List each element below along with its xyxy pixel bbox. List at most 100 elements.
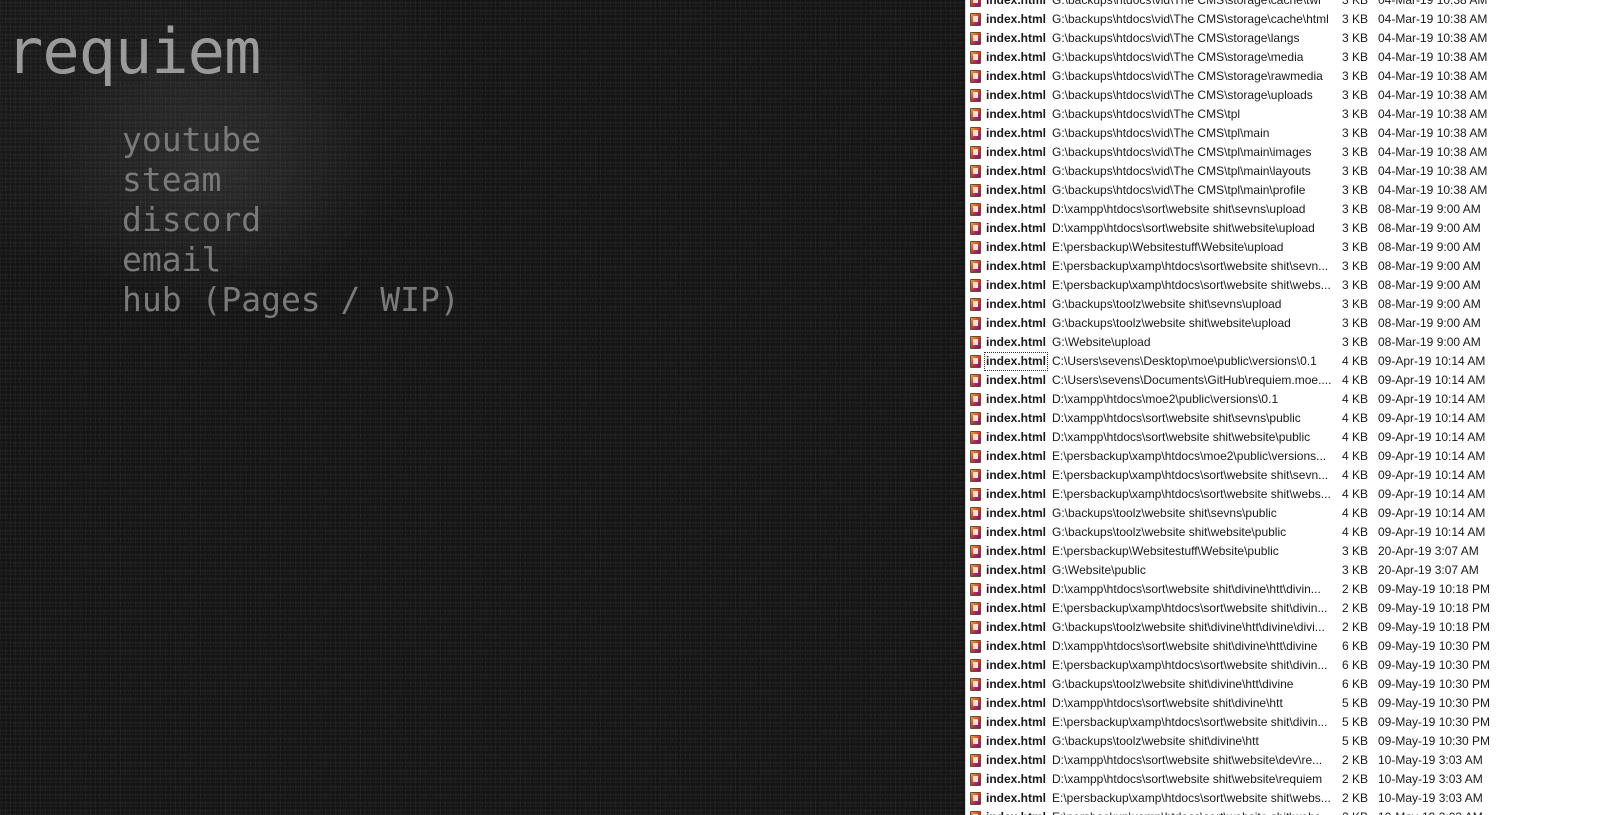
file-row[interactable]: index.html G:\backups\htdocs\vid\The CMS\… — [966, 10, 1534, 29]
file-folder: G:\backups\htdocs\vid\The CMS\storage\la… — [1052, 31, 1300, 45]
html-file-icon — [970, 469, 981, 482]
nav-link-youtube[interactable]: youtube — [122, 120, 460, 160]
file-size: 4 KB — [1342, 487, 1369, 501]
file-name: index.html — [986, 107, 1047, 121]
file-folder: G:\backups\htdocs\vid\The CMS\tpl\main\p… — [1052, 183, 1306, 197]
file-folder: G:\backups\toolz\website shit\divine\htt — [1052, 734, 1259, 748]
file-size: 2 KB — [1342, 601, 1369, 615]
file-row[interactable]: index.html E:\persbackup\Websitestuff\Web… — [966, 238, 1534, 257]
file-row[interactable]: index.html G:\Website\public 3 KB 20-Apr-19… — [966, 561, 1534, 580]
file-row[interactable]: index.html G:\backups\htdocs\vid\The CMS\… — [966, 48, 1534, 67]
file-row[interactable]: index.html G:\backups\htdocs\vid\The CMS\… — [966, 0, 1534, 10]
file-modified: 08-Mar-19 9:00 AM — [1378, 221, 1481, 235]
nav-link-email[interactable]: email — [122, 240, 460, 280]
file-name: index.html — [986, 88, 1047, 102]
file-row[interactable]: index.html E:\persbackup\xamp\htdocs\sort… — [966, 656, 1534, 675]
file-folder: G:\backups\htdocs\vid\The CMS\tpl\main\i… — [1052, 145, 1312, 159]
file-modified: 09-Apr-19 10:14 AM — [1378, 411, 1486, 425]
file-modified: 04-Mar-19 10:38 AM — [1378, 88, 1488, 102]
file-row[interactable]: index.html E:\persbackup\xamp\htdocs\moe2… — [966, 447, 1534, 466]
file-row[interactable]: index.html G:\backups\htdocs\vid\The CMS\… — [966, 162, 1534, 181]
html-file-icon — [970, 412, 981, 425]
file-modified: 09-Apr-19 10:14 AM — [1378, 373, 1486, 387]
file-modified: 09-Apr-19 10:14 AM — [1378, 468, 1486, 482]
file-row[interactable]: index.html D:\xampp\htdocs\sort\website s… — [966, 200, 1534, 219]
file-row[interactable]: index.html G:\backups\htdocs\vid\The CMS\… — [966, 143, 1534, 162]
file-row[interactable]: index.html D:\xampp\htdocs\sort\website s… — [966, 637, 1534, 656]
nav-link-discord[interactable]: discord — [122, 200, 460, 240]
file-row[interactable]: index.html G:\backups\htdocs\vid\The CMS\… — [966, 67, 1534, 86]
file-row[interactable]: index.html E:\persbackup\xamp\htdocs\sort… — [966, 276, 1534, 295]
file-row[interactable]: index.html D:\xampp\htdocs\sort\website s… — [966, 770, 1534, 789]
html-file-icon — [970, 545, 981, 558]
file-name: index.html — [986, 145, 1047, 159]
html-file-icon — [970, 640, 981, 653]
file-modified: 09-May-19 10:18 PM — [1378, 582, 1491, 596]
file-modified: 04-Mar-19 10:38 AM — [1378, 50, 1488, 64]
file-size: 4 KB — [1342, 411, 1369, 425]
html-file-icon — [970, 773, 981, 786]
file-folder: D:\xampp\htdocs\sort\website shit\websit… — [1052, 753, 1323, 767]
file-size: 4 KB — [1342, 468, 1369, 482]
file-row[interactable]: index.html D:\xampp\htdocs\sort\website s… — [966, 580, 1534, 599]
file-row[interactable]: index.html G:\backups\toolz\website shit\… — [966, 314, 1534, 333]
file-size: 3 KB — [1342, 221, 1369, 235]
file-size: 3 KB — [1342, 316, 1369, 330]
file-folder: G:\backups\htdocs\vid\The CMS\storage\me… — [1052, 50, 1304, 64]
file-row[interactable]: index.html E:\persbackup\xamp\htdocs\sort… — [966, 808, 1534, 815]
file-row[interactable]: index.html D:\xampp\htdocs\sort\website s… — [966, 751, 1534, 770]
file-row[interactable]: index.html G:\backups\toolz\website shit\… — [966, 732, 1534, 751]
html-file-icon — [970, 393, 981, 406]
file-size: 4 KB — [1342, 449, 1369, 463]
file-row[interactable]: index.html D:\xampp\htdocs\sort\website s… — [966, 694, 1534, 713]
file-row[interactable]: index.html E:\persbackup\xamp\htdocs\sort… — [966, 466, 1534, 485]
file-row[interactable]: index.html G:\Website\upload 3 KB 08-Mar-19… — [966, 333, 1534, 352]
file-modified: 04-Mar-19 10:38 AM — [1378, 69, 1488, 83]
file-folder: G:\backups\toolz\website shit\divine\htt… — [1052, 677, 1294, 691]
file-row[interactable]: index.html G:\backups\toolz\website shit\… — [966, 504, 1534, 523]
file-modified: 04-Mar-19 10:38 AM — [1378, 0, 1488, 7]
file-row[interactable]: index.html G:\backups\htdocs\vid\The CMS\… — [966, 124, 1534, 143]
file-modified: 09-Apr-19 10:14 AM — [1378, 449, 1486, 463]
file-row[interactable]: index.html E:\persbackup\xamp\htdocs\sort… — [966, 789, 1534, 808]
file-row[interactable]: index.html C:\Users\sevens\Documents\GitH… — [966, 371, 1534, 390]
file-row[interactable]: index.html D:\xampp\htdocs\sort\website s… — [966, 219, 1534, 238]
nav-link-hub[interactable]: hub (Pages / WIP) — [122, 280, 460, 320]
file-row[interactable]: index.html D:\xampp\htdocs\sort\website s… — [966, 428, 1534, 447]
file-name: index.html — [986, 808, 1048, 815]
file-row[interactable]: index.html E:\persbackup\xamp\htdocs\sort… — [966, 599, 1534, 618]
file-row[interactable]: index.html G:\backups\toolz\website shit\… — [966, 295, 1534, 314]
file-row[interactable]: index.html G:\backups\htdocs\vid\The CMS\… — [966, 105, 1534, 124]
file-size: 4 KB — [1342, 430, 1369, 444]
file-modified: 09-May-19 10:30 PM — [1378, 658, 1491, 672]
file-folder: G:\backups\htdocs\vid\The CMS\tpl\main\l… — [1052, 164, 1311, 178]
file-folder: G:\backups\htdocs\vid\The CMS\storage\up… — [1052, 88, 1313, 102]
file-size: 3 KB — [1342, 563, 1369, 577]
file-row[interactable]: index.html E:\persbackup\Websitestuff\Web… — [966, 542, 1534, 561]
file-folder: E:\persbackup\xamp\htdocs\sort\website s… — [1052, 791, 1331, 805]
file-row[interactable]: index.html G:\backups\toolz\website shit\… — [966, 618, 1534, 637]
html-file-icon — [970, 184, 981, 197]
file-folder: E:\persbackup\Websitestuff\Website\publi… — [1052, 544, 1279, 558]
file-row[interactable]: index.html E:\persbackup\xamp\htdocs\sort… — [966, 485, 1534, 504]
file-name: index.html — [986, 734, 1047, 748]
file-row[interactable]: index.html E:\persbackup\xamp\htdocs\sort… — [966, 713, 1534, 732]
search-results-list[interactable]: index.html G:\backups\htdocs\vid\The CMS\… — [965, 0, 1534, 815]
file-folder: G:\Website\upload — [1052, 335, 1151, 349]
file-row[interactable]: index.html D:\xampp\htdocs\sort\website s… — [966, 409, 1534, 428]
file-folder: E:\persbackup\xamp\htdocs\sort\website s… — [1052, 487, 1331, 501]
file-row[interactable]: index.html G:\backups\htdocs\vid\The CMS\… — [966, 181, 1534, 200]
file-size: 5 KB — [1342, 734, 1369, 748]
file-size: 3 KB — [1342, 278, 1369, 292]
file-row[interactable]: index.html E:\persbackup\xamp\htdocs\sort… — [966, 257, 1534, 276]
file-row[interactable]: index.html G:\backups\toolz\website shit\… — [966, 675, 1534, 694]
file-row[interactable]: index.html G:\backups\htdocs\vid\The CMS\… — [966, 29, 1534, 48]
file-name: index.html — [986, 639, 1047, 653]
file-name: index.html — [986, 316, 1047, 330]
file-row[interactable]: index.html G:\backups\htdocs\vid\The CMS\… — [966, 86, 1534, 105]
file-size: 5 KB — [1342, 696, 1369, 710]
nav-link-steam[interactable]: steam — [122, 160, 460, 200]
file-row[interactable]: index.html G:\backups\toolz\website shit\… — [966, 523, 1534, 542]
file-row[interactable]: index.html D:\xampp\htdocs\moe2\public\ve… — [966, 390, 1534, 409]
file-row[interactable]: index.html C:\Users\sevens\Desktop\moe\pu… — [966, 352, 1534, 371]
